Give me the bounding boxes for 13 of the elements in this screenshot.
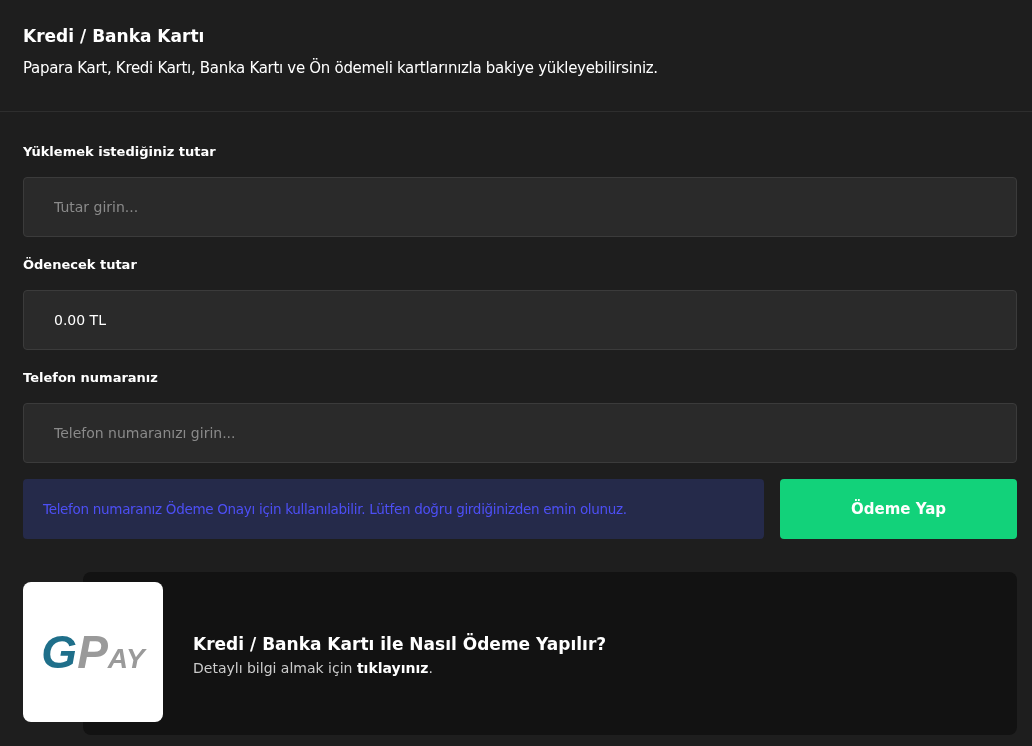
gpay-logo: GPAY (23, 582, 163, 722)
info-text: Detaylı bilgi almak için tıklayınız. (193, 659, 434, 676)
notice-message: Telefon numaranız Ödeme Onayı için kullanılabilir. Lütfen doğru girdiğinizden emin olunuz. (23, 479, 764, 539)
input-field[interactable]: Tutar girin... (23, 177, 1017, 237)
input-field[interactable]: Telefon numaranızı girin... (23, 403, 1017, 463)
page-title: Kredi / Banka Kartı (23, 25, 206, 48)
input-field[interactable]: 0.00 TL (23, 290, 1017, 350)
details-link[interactable]: tıklayınız (356, 659, 429, 676)
field-label: Ödenecek tutar (23, 256, 138, 274)
info-title: Kredi / Banka Kartı ile Nasıl Ödeme Yapılır? (193, 632, 607, 656)
page-subtitle: Papara Kart, Kredi Kartı, Banka Kartı ve Ön ödemeli kartlarınızla bakiye yükleyebilirsiniz. (23, 58, 659, 78)
field-label: Yüklemek istediğiniz tutar (23, 143, 217, 161)
field-label: Telefon numaranız (23, 369, 159, 387)
